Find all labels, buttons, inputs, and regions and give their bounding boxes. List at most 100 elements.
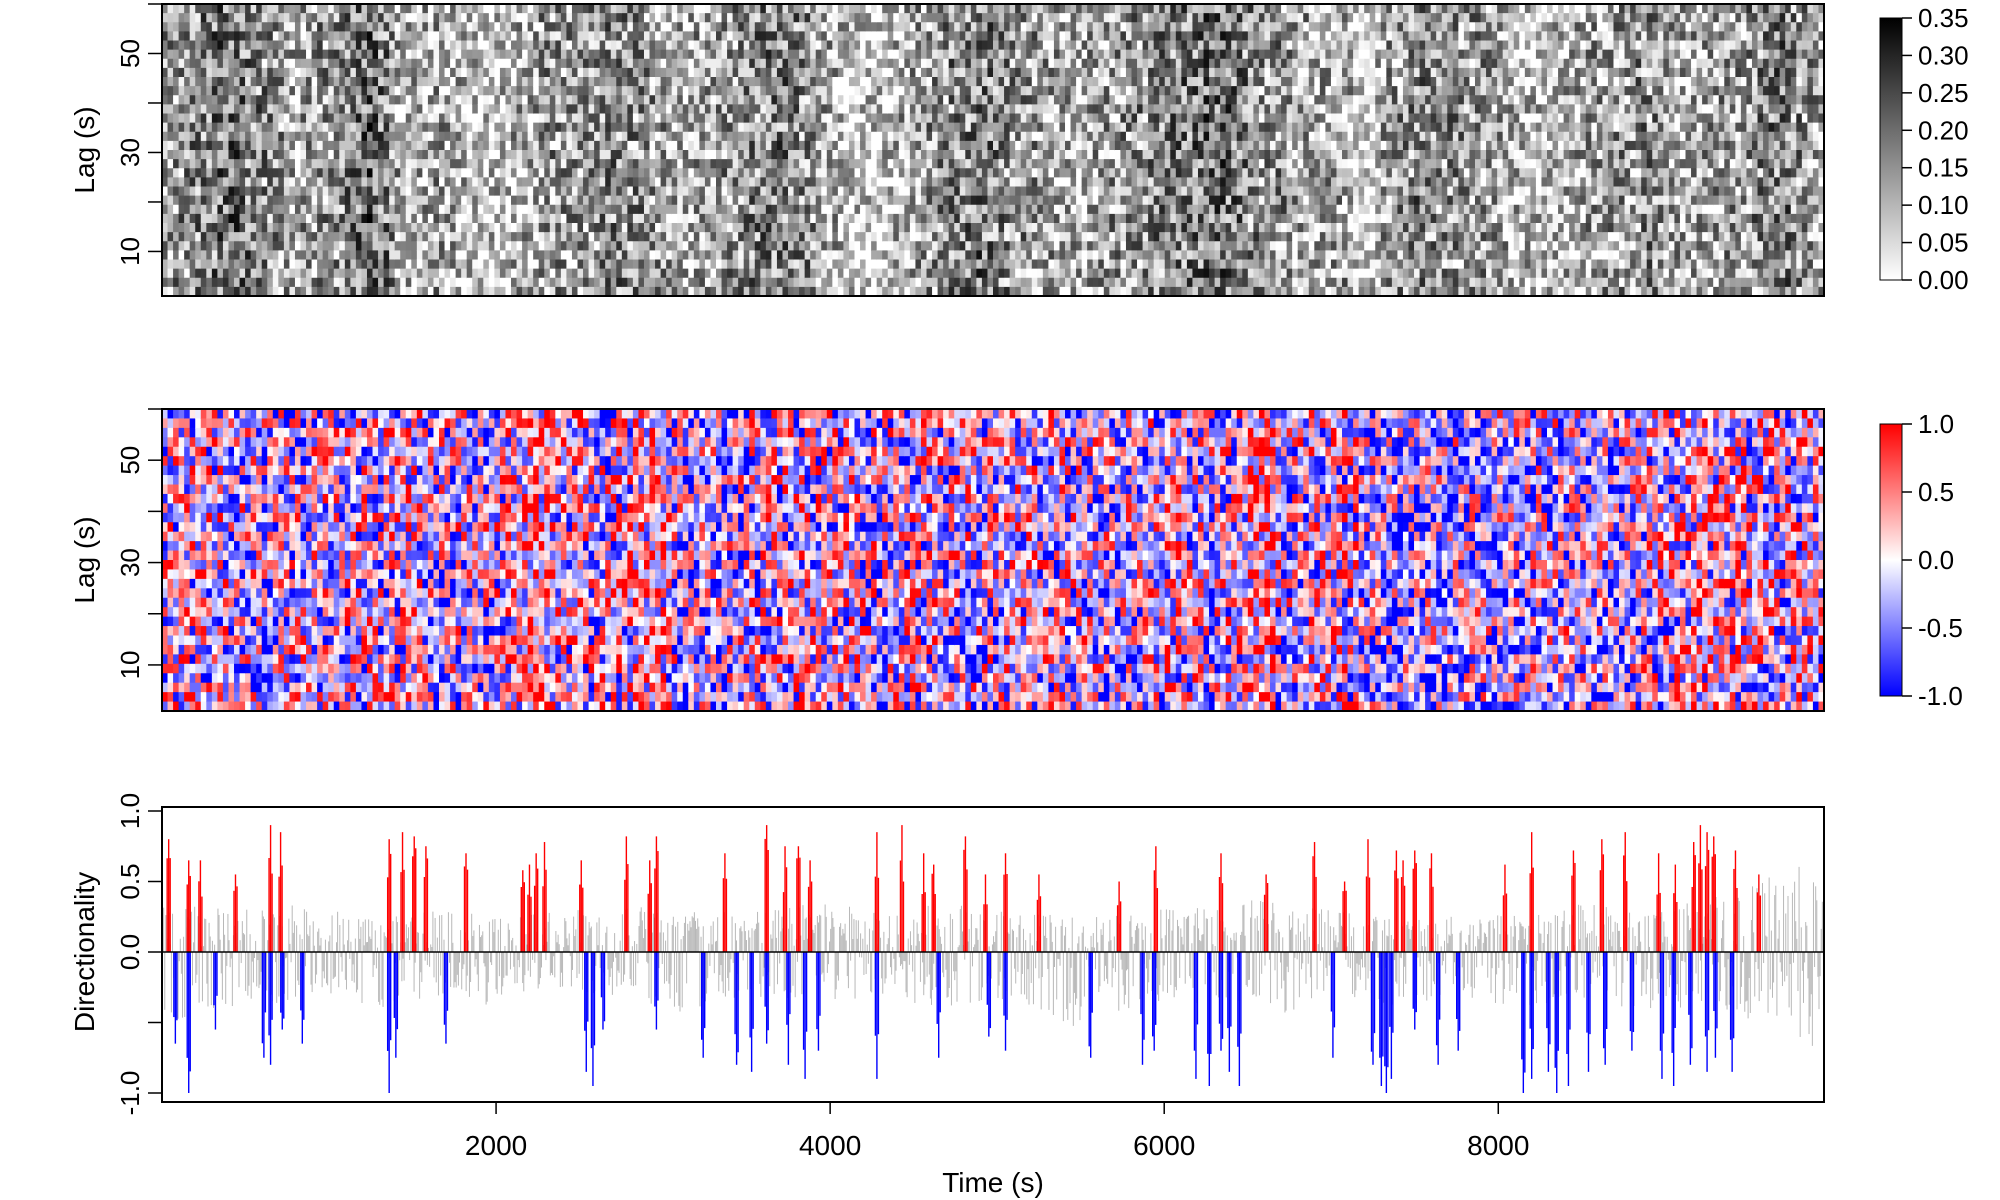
heatmap-cell — [622, 104, 628, 114]
heatmap-cell — [517, 141, 523, 151]
heatmap-cell — [1004, 59, 1010, 69]
heatmap-cell — [273, 250, 279, 260]
heatmap-cell — [334, 4, 340, 14]
heatmap-cell — [749, 114, 755, 124]
heatmap-cell — [733, 13, 739, 23]
heatmap-cell — [228, 68, 234, 78]
heatmap-cell — [400, 41, 406, 51]
heatmap-cell — [849, 13, 855, 23]
heatmap-cell — [439, 196, 445, 206]
heatmap-cell — [1021, 86, 1027, 96]
heatmap-cell — [999, 214, 1005, 224]
heatmap-cell — [766, 31, 772, 41]
heatmap-cell — [273, 214, 279, 224]
heatmap-cell — [483, 278, 489, 288]
heatmap-cell — [339, 22, 345, 32]
heatmap-cell — [206, 77, 212, 87]
heatmap-cell — [805, 168, 811, 178]
heatmap-cell — [893, 4, 899, 14]
heatmap-cell — [406, 159, 412, 169]
heatmap-cell — [882, 13, 888, 23]
heatmap-cell — [1004, 22, 1010, 32]
heatmap-cell — [899, 150, 905, 160]
heatmap-cell — [699, 278, 705, 288]
heatmap-cell — [323, 214, 329, 224]
heatmap-cell — [201, 232, 207, 242]
heatmap-cell — [855, 196, 861, 206]
heatmap-cell — [766, 168, 772, 178]
heatmap-cell — [893, 205, 899, 215]
heatmap-cell — [672, 95, 678, 105]
heatmap-cell — [234, 31, 240, 41]
heatmap-cell — [251, 77, 257, 87]
heatmap-cell — [578, 68, 584, 78]
heatmap-cell — [566, 114, 572, 124]
heatmap-cell — [788, 168, 794, 178]
heatmap-cell — [683, 241, 689, 251]
heatmap-cell — [694, 168, 700, 178]
heatmap-cell — [245, 141, 251, 151]
heatmap-cell — [910, 132, 916, 142]
heatmap-cell — [821, 123, 827, 133]
heatmap-cell — [982, 123, 988, 133]
heatmap-cell — [843, 241, 849, 251]
heatmap-cell — [960, 187, 966, 197]
heatmap-cell — [716, 250, 722, 260]
heatmap-cell — [677, 187, 683, 197]
heatmap-cell — [483, 223, 489, 233]
heatmap-cell — [384, 68, 390, 78]
heatmap-cell — [428, 232, 434, 242]
heatmap-cell — [893, 250, 899, 260]
heatmap-cell — [561, 41, 567, 51]
heatmap-cell — [528, 13, 534, 23]
heatmap-cell — [433, 86, 439, 96]
heatmap-cell — [915, 31, 921, 41]
heatmap-cell — [976, 159, 982, 169]
heatmap-cell — [827, 260, 833, 270]
heatmap-cell — [622, 150, 628, 160]
heatmap-cell — [910, 95, 916, 105]
heatmap-cell — [389, 123, 395, 133]
heatmap-cell — [794, 22, 800, 32]
heatmap-cell — [550, 104, 556, 114]
heatmap-cell — [733, 205, 739, 215]
heatmap-cell — [433, 95, 439, 105]
heatmap-cell — [965, 269, 971, 279]
heatmap-cell — [899, 31, 905, 41]
heatmap-cell — [605, 205, 611, 215]
heatmap-cell — [782, 104, 788, 114]
heatmap-cell — [500, 77, 506, 87]
heatmap-cell — [589, 141, 595, 151]
heatmap-cell — [650, 104, 656, 114]
heatmap-cell — [849, 278, 855, 288]
heatmap-cell — [445, 232, 451, 242]
heatmap-cell — [832, 31, 838, 41]
heatmap-cell — [666, 141, 672, 151]
heatmap-cell — [777, 13, 783, 23]
heatmap-cell — [500, 95, 506, 105]
heatmap-cell — [428, 13, 434, 23]
heatmap-cell — [384, 4, 390, 14]
heatmap-cell — [605, 41, 611, 51]
heatmap-cell — [262, 13, 268, 23]
heatmap-cell — [965, 59, 971, 69]
heatmap-cell — [688, 159, 694, 169]
heatmap-cell — [190, 159, 196, 169]
heatmap-cell — [278, 13, 284, 23]
heatmap-cell — [771, 278, 777, 288]
heatmap-cell — [971, 260, 977, 270]
heatmap-cell — [655, 95, 661, 105]
heatmap-cell — [594, 187, 600, 197]
heatmap-cell — [605, 177, 611, 187]
heatmap-cell — [677, 260, 683, 270]
heatmap-cell — [960, 232, 966, 242]
heatmap-cell — [550, 168, 556, 178]
heatmap-cell — [528, 77, 534, 87]
heatmap-cell — [284, 13, 290, 23]
heatmap-cell — [555, 68, 561, 78]
heatmap-cell — [661, 168, 667, 178]
heatmap-cell — [843, 196, 849, 206]
heatmap-cell — [688, 132, 694, 142]
heatmap-cell — [345, 22, 351, 32]
heatmap-cell — [295, 68, 301, 78]
